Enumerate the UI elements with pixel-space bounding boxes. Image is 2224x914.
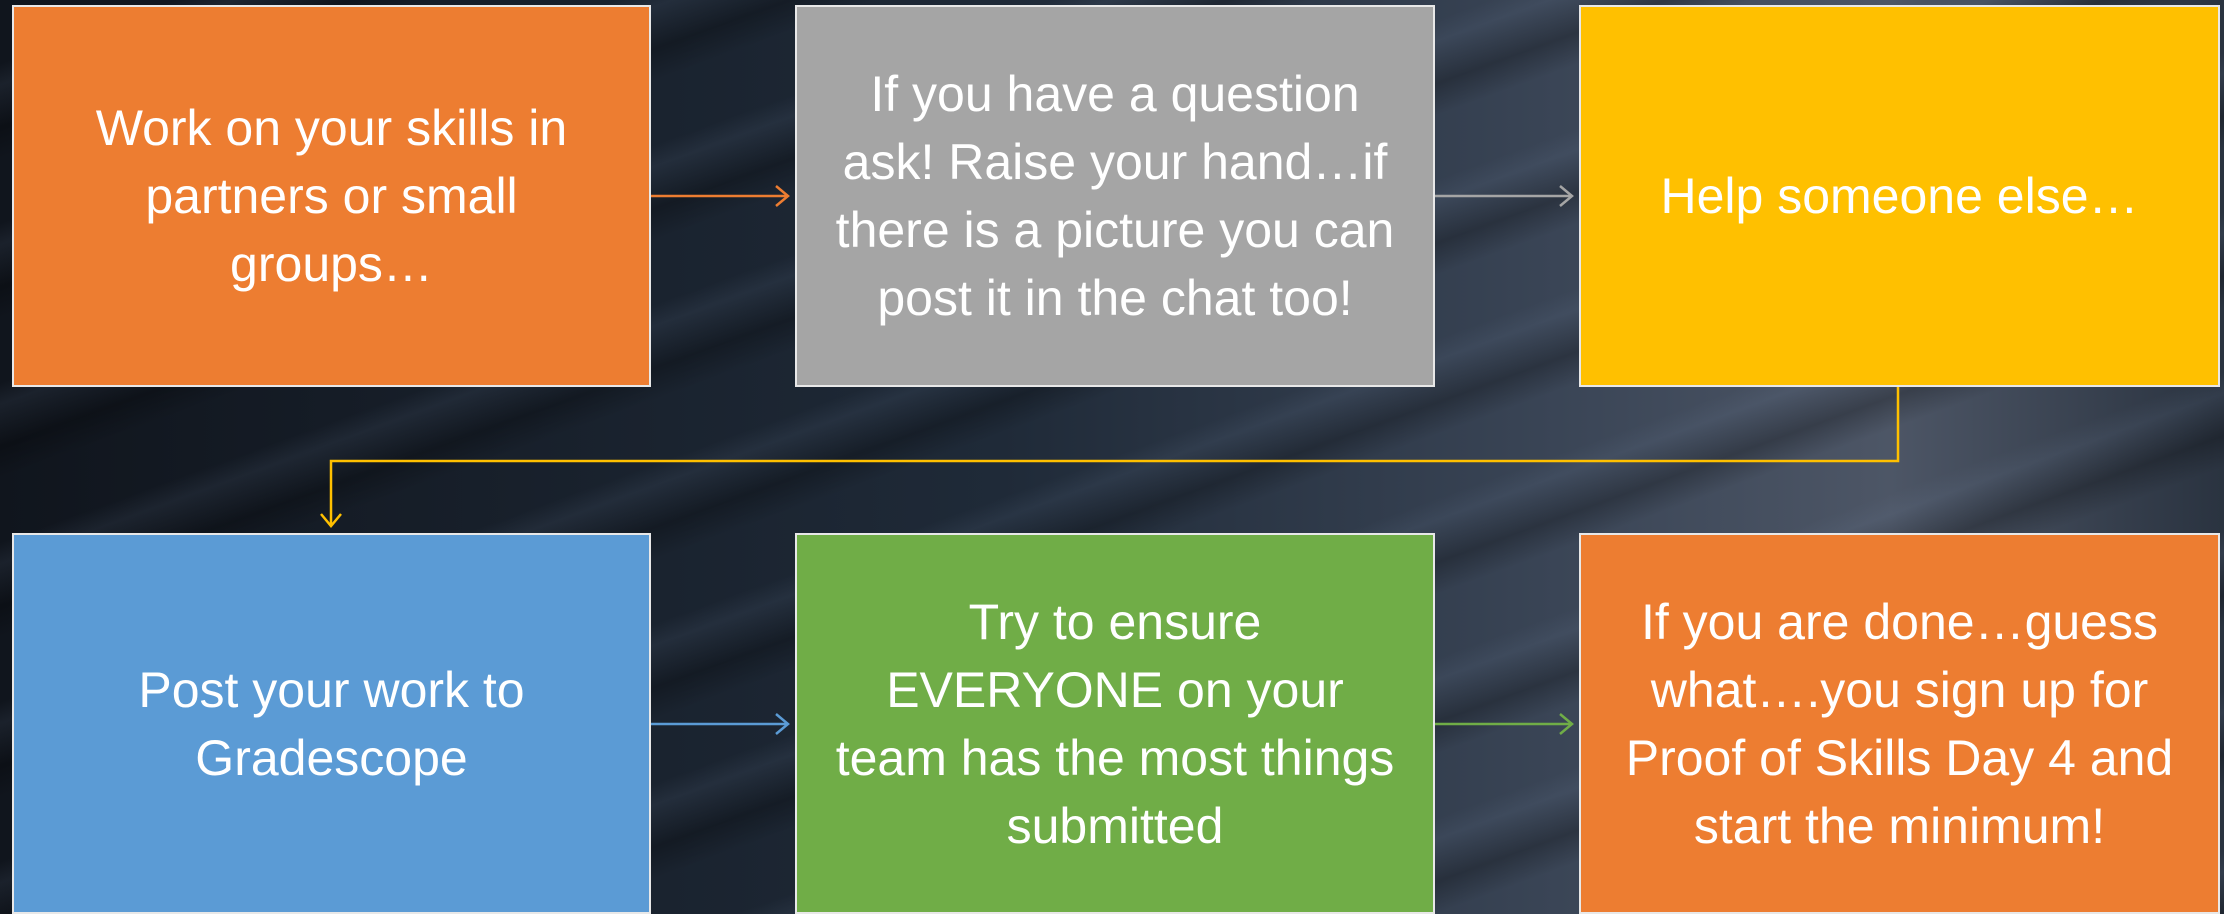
step-5-box: Try to ensure EVERYONE on your team has … [795, 533, 1435, 914]
step-4-box: Post your work to Gradescope [12, 533, 651, 914]
step-5-text: Try to ensure EVERYONE on your team has … [835, 593, 1395, 854]
step-2-text: If you have a question ask! Raise your h… [835, 66, 1395, 326]
step-6-box: If you are done…guess what….you sign up … [1579, 533, 2220, 914]
step-3-text: Help someone else… [1660, 168, 2139, 224]
arrow-step-3-to-4 [329, 387, 1900, 526]
step-1-box: Work on your skills in partners or small… [12, 5, 651, 387]
step-6-text: If you are done…guess what….you sign up … [1625, 593, 2174, 854]
step-3-box: Help someone else… [1579, 5, 2220, 387]
step-1-text: Work on your skills in partners or small… [95, 100, 568, 292]
step-2-box: If you have a question ask! Raise your h… [795, 5, 1435, 387]
step-4-text: Post your work to Gradescope [138, 661, 525, 786]
